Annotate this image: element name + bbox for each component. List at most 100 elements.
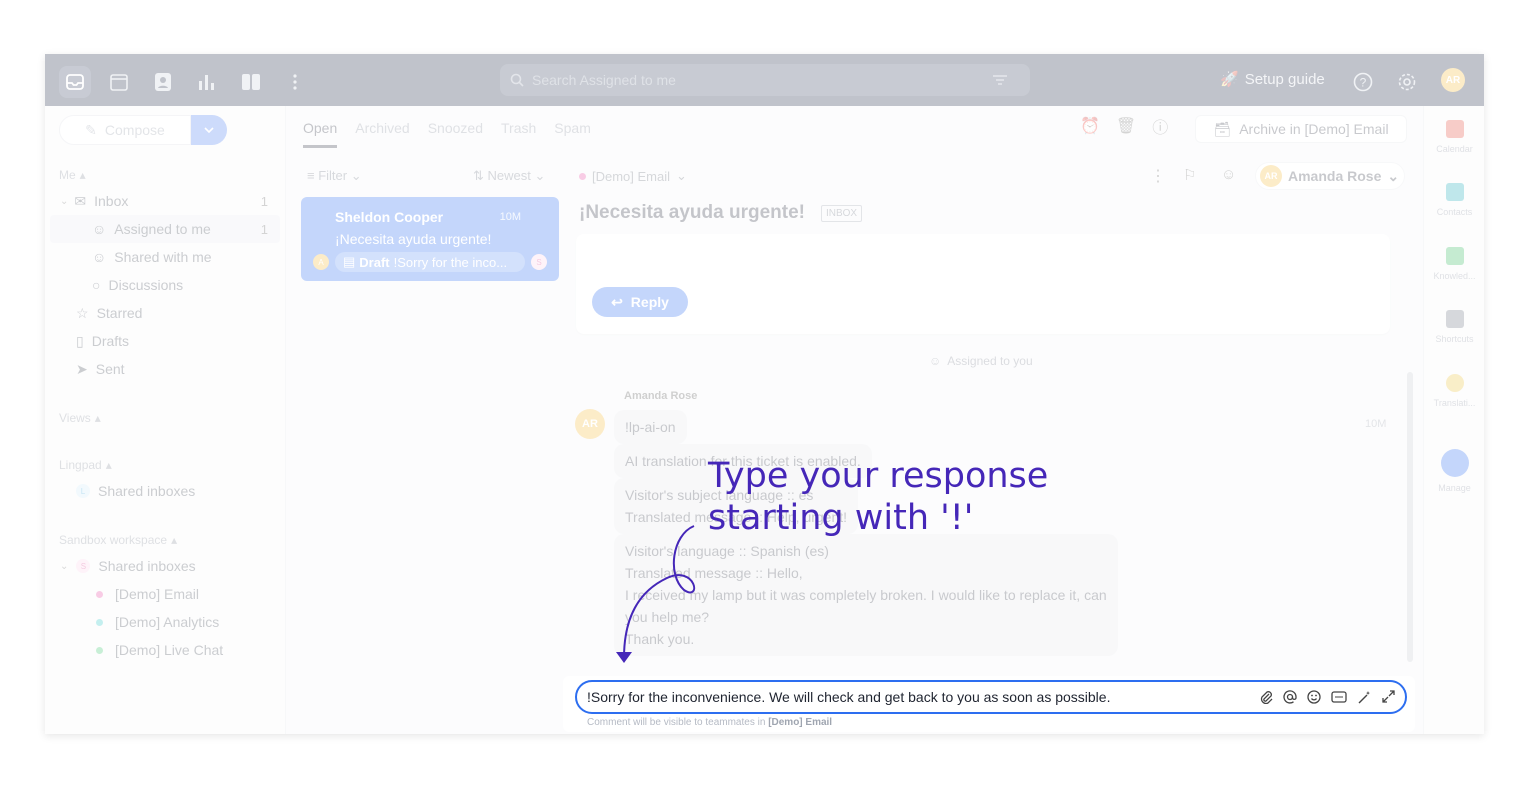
- people-icon: ☺: [92, 249, 107, 265]
- calendar-icon[interactable]: [103, 66, 135, 98]
- conversation-toolbar: ⏰ 🗑 ⓘ: [1080, 114, 1168, 138]
- user-avatar[interactable]: AR: [1441, 68, 1465, 92]
- expand-icon[interactable]: [1382, 689, 1395, 703]
- comment-input[interactable]: !Sorry for the inconvenience. We will ch…: [575, 680, 1407, 714]
- sidebar-item-sent[interactable]: ➤ Sent: [50, 355, 280, 383]
- sort-label: Newest: [487, 168, 531, 183]
- sidebar-item-shared-with-me[interactable]: ☺ Shared with me: [50, 243, 280, 271]
- trash-icon[interactable]: 🗑: [1116, 116, 1136, 136]
- sidebar-item-label: Drafts: [91, 333, 130, 349]
- sidebar-item-assigned-to-me[interactable]: ☺ Assigned to me 1: [50, 215, 280, 243]
- sidebar-item-demo-analytics[interactable]: [Demo] Analytics: [50, 608, 280, 636]
- card-time: 10M: [499, 211, 521, 223]
- sidebar-item-label: Shared inboxes: [98, 483, 196, 499]
- help-icon[interactable]: ?: [1347, 66, 1379, 98]
- paperclip-icon[interactable]: [1259, 690, 1273, 704]
- rail-label: Knowled...: [1433, 271, 1476, 281]
- sidebar-item-demo-email[interactable]: [Demo] Email: [50, 580, 280, 608]
- inbox-icon[interactable]: [59, 66, 91, 98]
- knowledge-icon[interactable]: [235, 66, 267, 98]
- rail-contacts[interactable]: Contacts: [1424, 183, 1484, 217]
- setup-guide-link[interactable]: 🚀 Setup guide: [1220, 70, 1325, 89]
- inbox-selector[interactable]: [Demo] Email ⌄: [579, 168, 687, 184]
- conversation-card[interactable]: Sheldon Cooper 10M ¡Necesita ayuda urgen…: [301, 197, 559, 281]
- mention-icon[interactable]: [1283, 689, 1297, 704]
- conversation-title: ¡Necesita ayuda urgente! INBOX: [579, 202, 863, 224]
- filter-label: Filter: [318, 168, 348, 183]
- assignee-dropdown[interactable]: AR Amanda Rose ⌄: [1255, 162, 1405, 190]
- workspace-badge: L: [76, 484, 90, 498]
- assigned-note-text: Assigned to you: [947, 354, 1033, 368]
- sidebar-item-sandbox-shared-inboxes[interactable]: ⌄ S Shared inboxes: [50, 552, 280, 580]
- filter-icon[interactable]: [992, 74, 1008, 86]
- tag-icon[interactable]: ⚐: [1183, 166, 1196, 184]
- avatar: AR: [1260, 165, 1282, 187]
- rail-knowledge[interactable]: Knowled...: [1424, 247, 1484, 281]
- compose-button[interactable]: ✎ Compose: [59, 115, 191, 145]
- tab-trash[interactable]: Trash: [501, 120, 536, 148]
- contacts-icon[interactable]: [147, 66, 179, 98]
- compose-icon: ✎: [85, 121, 97, 138]
- gif-icon[interactable]: [1331, 690, 1347, 704]
- sidebar-item-label: Shared with me: [114, 249, 212, 265]
- sidebar-item-label: [Demo] Live Chat: [115, 642, 224, 658]
- avatar: S: [531, 254, 547, 270]
- assigned-event: ☺ Assigned to you: [929, 354, 1033, 368]
- more-icon[interactable]: [279, 66, 311, 98]
- compose-dropdown-button[interactable]: [191, 115, 227, 145]
- annotation-arrow: [616, 525, 696, 663]
- reply-button[interactable]: ↩ Reply: [592, 287, 688, 317]
- sidebar-item-label: Shared inboxes: [98, 558, 196, 574]
- search-input[interactable]: [532, 72, 992, 88]
- spam-icon[interactable]: ⓘ: [1152, 114, 1168, 138]
- search-bar[interactable]: [500, 64, 1030, 96]
- archive-icon: 🗃: [1213, 120, 1232, 137]
- add-person-icon[interactable]: ☺: [1221, 166, 1236, 183]
- me-section-header[interactable]: Me ▴: [59, 168, 86, 182]
- svg-text:?: ?: [1360, 76, 1367, 90]
- comment-input-text: !Sorry for the inconvenience. We will ch…: [587, 689, 1111, 705]
- sidebar-item-discussions[interactable]: ○ Discussions: [50, 271, 280, 299]
- more-icon[interactable]: ⋮: [1150, 166, 1166, 186]
- chat-icon: ○: [92, 277, 101, 293]
- sort-button[interactable]: ⇅ Newest ⌄: [473, 168, 545, 184]
- rail-label: Manage: [1438, 483, 1471, 493]
- tab-open[interactable]: Open: [303, 120, 338, 148]
- emoji-icon[interactable]: [1307, 689, 1321, 704]
- sidebar-item-drafts[interactable]: ▯ Drafts: [50, 327, 280, 355]
- assigned-count: 1: [260, 221, 268, 237]
- send-icon: ➤: [76, 360, 88, 377]
- assignee-name: Amanda Rose: [1288, 168, 1382, 184]
- document-icon: ▤: [343, 254, 356, 269]
- archive-button[interactable]: 🗃 Archive in [Demo] Email: [1195, 115, 1407, 143]
- rail-shortcuts[interactable]: Shortcuts: [1424, 310, 1484, 344]
- person-icon: ☺: [92, 221, 107, 237]
- sidebar-item-inbox[interactable]: ⌄ ✉ Inbox 1: [50, 187, 280, 215]
- rail-calendar[interactable]: Calendar: [1424, 120, 1484, 154]
- tab-spam[interactable]: Spam: [554, 120, 591, 148]
- tab-snoozed[interactable]: Snoozed: [428, 120, 483, 148]
- analytics-icon[interactable]: [191, 66, 223, 98]
- sidebar-item-lingpad-shared-inboxes[interactable]: L Shared inboxes: [50, 477, 280, 505]
- left-sidebar: ✎ Compose Me ▴ ⌄ ✉ Inbox 1 ☺ Assigned to …: [45, 106, 286, 734]
- sandbox-section-header[interactable]: Sandbox workspace ▴: [59, 533, 177, 547]
- filter-button[interactable]: ≡ Filter ⌄: [307, 168, 362, 184]
- rail-translation[interactable]: Translati...: [1424, 374, 1484, 408]
- app-window: 🚀 Setup guide ? AR ✎ Compose Me▴ ⌄ ✉ Inb…: [45, 54, 1484, 734]
- sidebar-item-label: Starred: [96, 305, 143, 321]
- scrollbar[interactable]: [1407, 372, 1413, 662]
- chevron-down-icon: ⌄: [1387, 167, 1400, 184]
- snooze-icon[interactable]: ⏰: [1080, 116, 1100, 136]
- chevron-down-icon: ⌄: [60, 195, 69, 207]
- magic-wand-icon[interactable]: [1357, 690, 1372, 705]
- settings-icon[interactable]: [1391, 66, 1423, 98]
- rail-label: Shortcuts: [1435, 334, 1474, 344]
- compose-label: Compose: [104, 122, 165, 138]
- search-icon: [510, 73, 524, 87]
- tab-archived[interactable]: Archived: [355, 120, 409, 148]
- rail-manage[interactable]: Manage: [1424, 449, 1484, 493]
- views-section-header[interactable]: Views ▴: [59, 411, 101, 425]
- lingpad-section-header[interactable]: Lingpad ▴: [59, 458, 112, 472]
- sidebar-item-starred[interactable]: ☆ Starred: [50, 299, 280, 327]
- sidebar-item-demo-live-chat[interactable]: [Demo] Live Chat: [50, 636, 280, 664]
